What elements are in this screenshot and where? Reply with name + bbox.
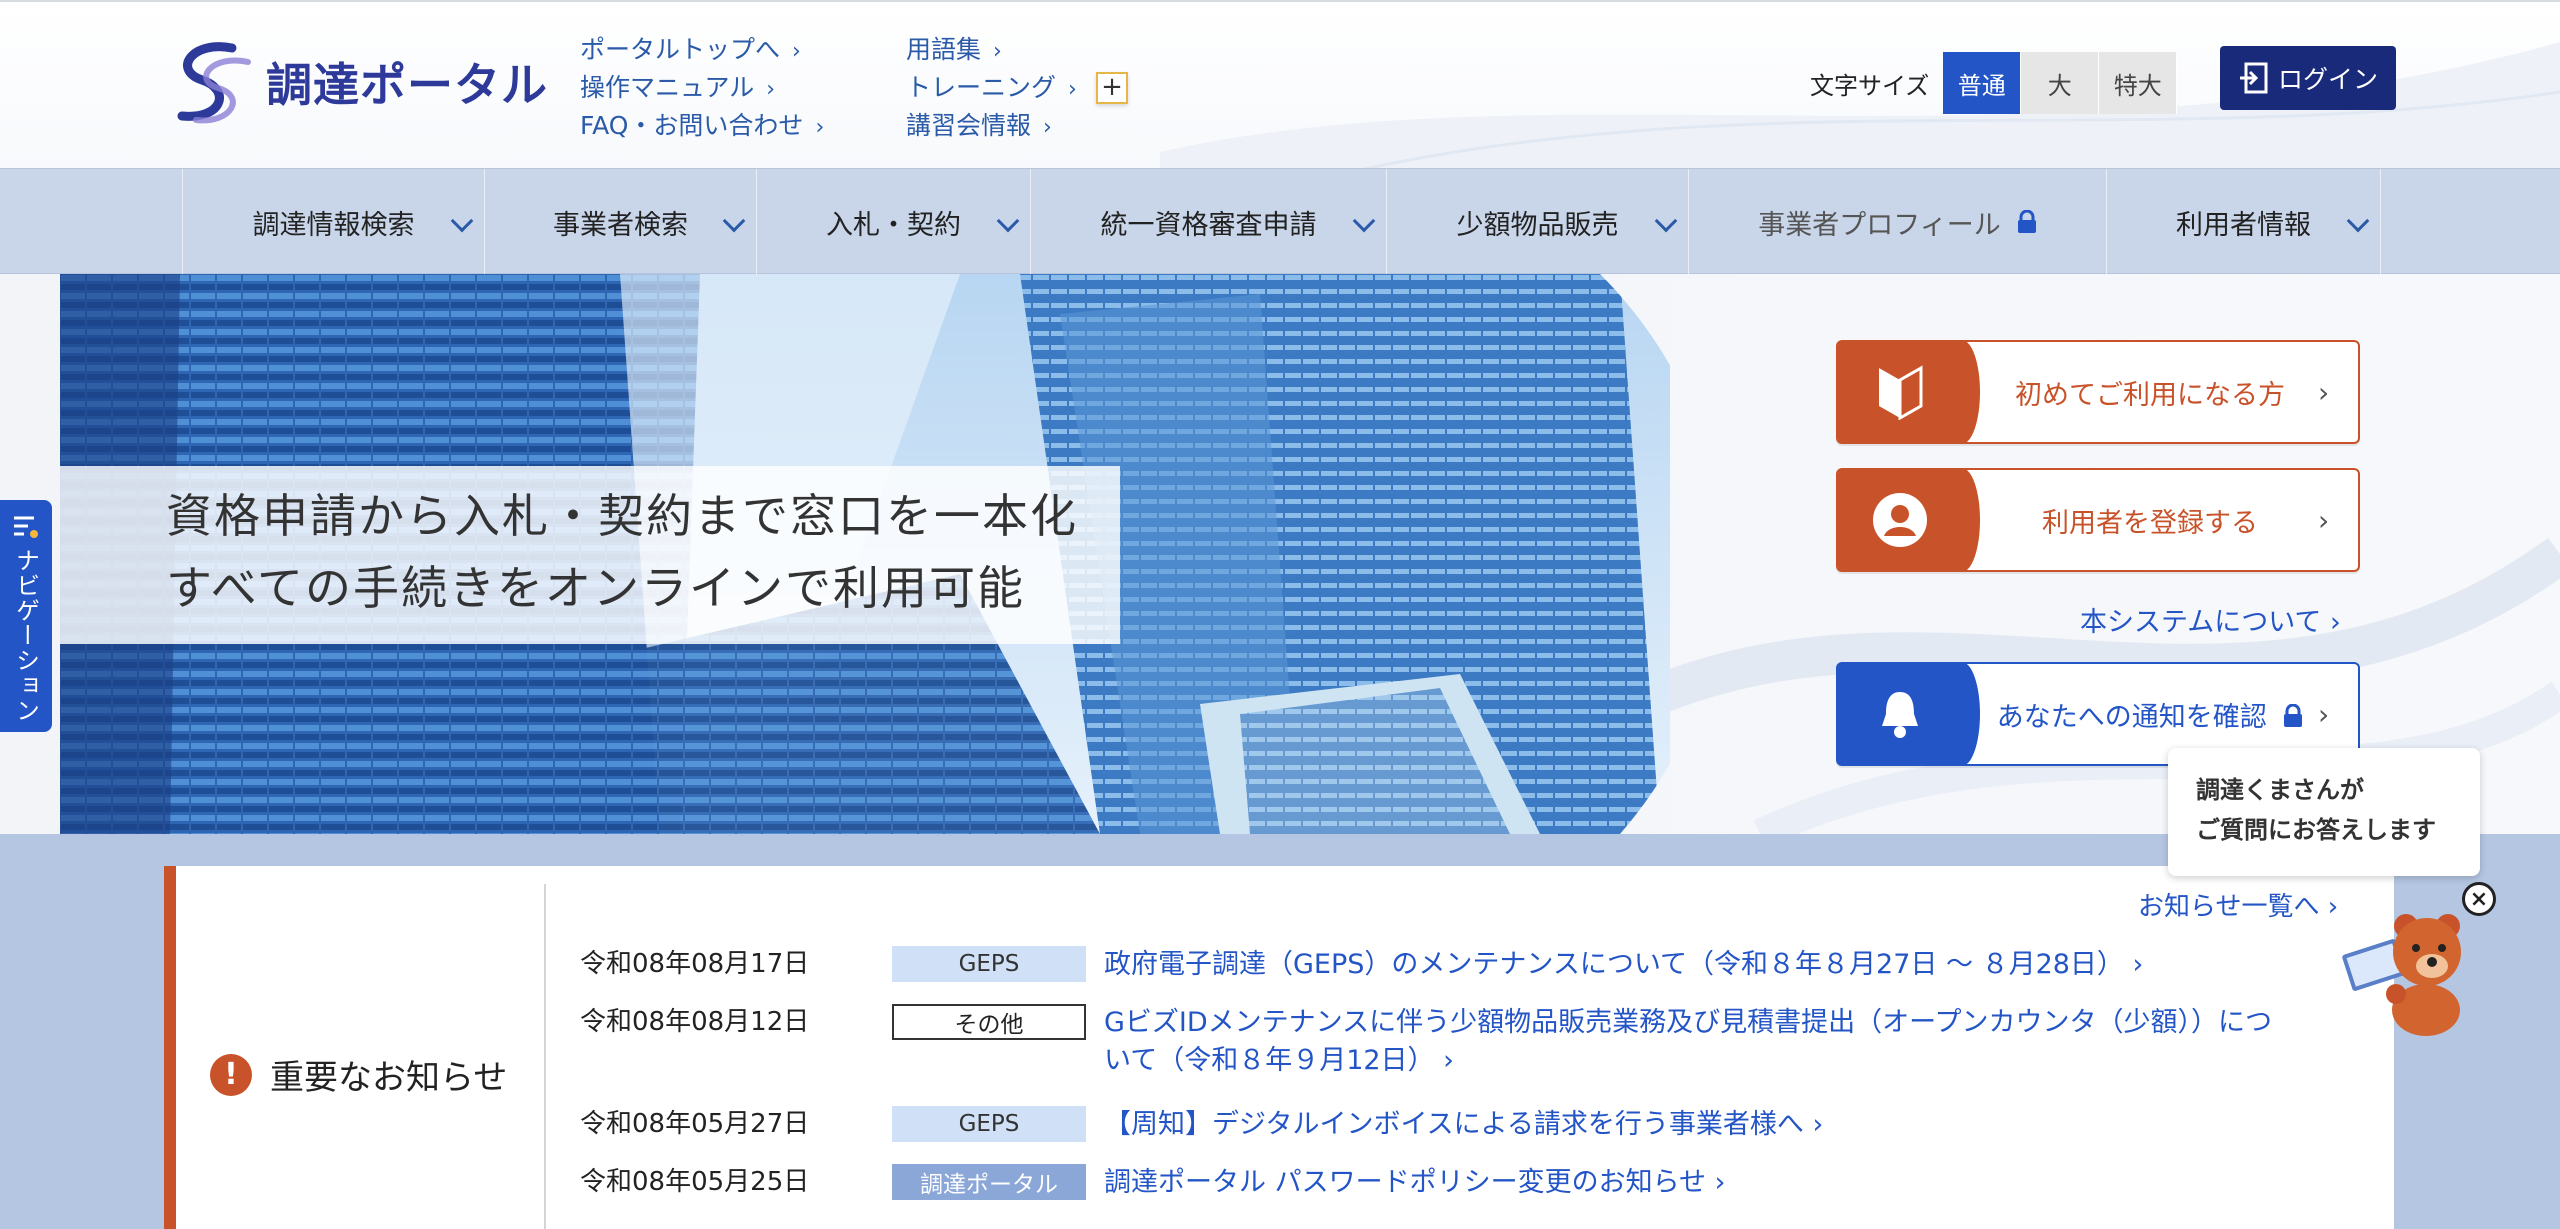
register-user-button[interactable]: 利用者を登録する ›: [1836, 468, 2360, 572]
link-manual[interactable]: 操作マニュアル ›: [580, 70, 824, 108]
nav-qualification[interactable]: 統一資格審査申請: [1031, 169, 1387, 275]
chevron-right-icon: ›: [2329, 607, 2341, 638]
nav-bid-contract[interactable]: 入札・契約: [757, 169, 1031, 275]
beginner-mark-icon: [1879, 365, 1923, 420]
news-tag: GEPS: [892, 946, 1086, 982]
chevron-right-icon: ›: [1068, 77, 1077, 102]
news-title-link[interactable]: 【周知】デジタルインボイスによる請求を行う事業者様へ ›: [1104, 1106, 2274, 1144]
news-tag: その他: [892, 1004, 1086, 1040]
news-title-link[interactable]: 調達ポータル パスワードポリシー変更のお知らせ ›: [1104, 1164, 2274, 1202]
header: 調達ポータル ポータルトップへ › 操作マニュアル › FAQ・お問い合わせ › 用語…: [0, 0, 2560, 168]
main-nav: 調達情報検索 事業者検索 入札・契約 統一資格審査申請 少額物品販売 事業者プロ…: [0, 168, 2560, 275]
chevron-down-icon: [1352, 209, 1376, 233]
font-size-selector: 文字サイズ 普通 大 特大: [1810, 52, 2178, 114]
font-size-normal-button[interactable]: 普通: [1943, 52, 2022, 114]
side-navigation-label: ナビゲーション: [11, 548, 40, 723]
news-item: 令和08年05月27日 GEPS 【周知】デジタルインボイスによる請求を行う事業…: [580, 1106, 2274, 1144]
hero-tagline: 資格申請から入札・契約まで窓口を一本化 すべての手続きをオンラインで利用可能: [166, 489, 1078, 615]
news-title-link[interactable]: 政府電子調達（GEPS）のメンテナンスについて（令和８年８月27日 〜 ８月28…: [1104, 946, 2274, 984]
nav-business-profile[interactable]: 事業者プロフィール: [1689, 169, 2107, 275]
expand-links-button[interactable]: +: [1096, 72, 1128, 104]
chevron-right-icon: ›: [2318, 697, 2330, 731]
news-tag: GEPS: [892, 1106, 1086, 1142]
site-logo[interactable]: 調達ポータル: [162, 40, 548, 124]
news-list-link[interactable]: お知らせ一覧へ ›: [2138, 886, 2338, 923]
nav-small-sales[interactable]: 少額物品販売: [1387, 169, 1689, 275]
news-tag: 調達ポータル: [892, 1164, 1086, 1200]
lock-icon: [2284, 703, 2303, 727]
about-system-link[interactable]: 本システムについて ›: [2080, 600, 2341, 639]
link-seminar[interactable]: 講習会情報 ›: [906, 108, 1077, 146]
lock-icon: [2017, 210, 2036, 233]
chevron-right-icon: ›: [1812, 1109, 1824, 1140]
chevron-right-icon: ›: [766, 77, 776, 102]
font-size-label: 文字サイズ: [1810, 71, 1930, 100]
chevron-down-icon: [722, 209, 746, 233]
assistant-bubble[interactable]: 調達くまさんが ご質問にお答えします: [2168, 748, 2480, 876]
font-size-xlarge-button[interactable]: 特大: [2099, 52, 2178, 114]
header-links-secondary: 用語集 › トレーニング › 講習会情報 ›: [906, 32, 1077, 146]
header-links-primary: ポータルトップへ › 操作マニュアル › FAQ・お問い合わせ ›: [580, 32, 824, 146]
chevron-right-icon: ›: [2327, 892, 2339, 922]
logo-mark-icon: [177, 42, 251, 124]
important-news-heading: ! 重要なお知らせ: [210, 1050, 507, 1099]
bear-mascot-icon[interactable]: [2340, 908, 2470, 1038]
chevron-right-icon: ›: [993, 39, 1002, 64]
chevron-right-icon: ›: [1043, 115, 1052, 140]
chevron-right-icon: ›: [1443, 1045, 1454, 1076]
news-divider: [544, 884, 546, 1229]
side-navigation-toggle[interactable]: ナビゲーション: [0, 500, 52, 732]
login-icon: [2239, 62, 2268, 94]
logo-text: 調達ポータル: [266, 58, 548, 112]
link-training[interactable]: トレーニング ›: [906, 70, 1077, 108]
user-icon: [1873, 493, 1927, 547]
chevron-down-icon: [450, 209, 474, 233]
news-item: 令和08年05月25日 調達ポータル 調達ポータル パスワードポリシー変更のお知…: [580, 1164, 2274, 1202]
chevron-right-icon: ›: [2318, 503, 2330, 537]
login-label: ログイン: [2277, 65, 2378, 94]
chevron-down-icon: [996, 209, 1020, 233]
font-size-large-button[interactable]: 大: [2021, 52, 2100, 114]
nav-business-search[interactable]: 事業者検索: [485, 169, 757, 275]
link-glossary[interactable]: 用語集 ›: [906, 32, 1077, 70]
bell-icon: [1882, 692, 1918, 738]
alert-icon: !: [210, 1053, 252, 1096]
nav-procurement-search[interactable]: 調達情報検索: [183, 169, 485, 275]
chevron-right-icon: ›: [815, 115, 825, 140]
menu-list-icon: [14, 516, 38, 538]
nav-user-info[interactable]: 利用者情報: [2107, 169, 2381, 275]
news-title-link[interactable]: GビズIDメンテナンスに伴う少額物品販売業務及び見積書提出（オープンカウンタ（少…: [1104, 1004, 2274, 1080]
chevron-right-icon: ›: [2132, 949, 2144, 980]
login-button[interactable]: ログイン: [2220, 46, 2396, 110]
chevron-down-icon: [1654, 209, 1678, 233]
news-item: 令和08年08月17日 GEPS 政府電子調達（GEPS）のメンテナンスについて…: [580, 946, 2274, 984]
chevron-right-icon: ›: [792, 39, 801, 64]
chevron-down-icon: [2346, 209, 2370, 233]
news-item: 令和08年08月12日 その他 GビズIDメンテナンスに伴う少額物品販売業務及び…: [580, 1004, 2274, 1080]
chevron-right-icon: ›: [2318, 375, 2330, 409]
link-faq[interactable]: FAQ・お問い合わせ ›: [580, 108, 824, 146]
chevron-right-icon: ›: [1714, 1167, 1726, 1198]
first-time-user-button[interactable]: 初めてご利用になる方 ›: [1836, 340, 2360, 444]
link-portal-top[interactable]: ポータルトップへ ›: [580, 32, 824, 70]
